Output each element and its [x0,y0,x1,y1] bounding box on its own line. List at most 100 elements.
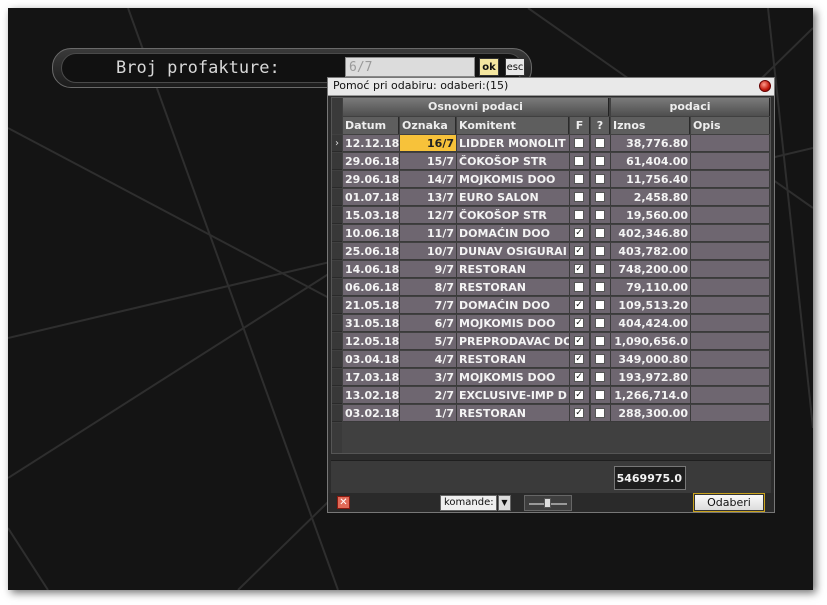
cell-opis[interactable] [691,333,770,350]
cell-datum[interactable]: 01.07.18 [343,189,400,206]
cell-oznaka[interactable]: 12/7 [400,207,457,224]
cell-iznos[interactable]: 38,776.80 [611,135,691,152]
checkbox-f[interactable] [574,192,584,202]
table-row[interactable]: 03.04.18 4/7 RESTORAN 349,000.80 ✓ [332,351,770,369]
cell-datum[interactable]: 14.06.18 [343,261,400,278]
cell-opis[interactable] [691,189,770,206]
checkbox-q[interactable] [595,192,605,202]
row-indicator[interactable] [332,189,342,206]
checkbox-q[interactable] [595,246,605,256]
cell-opis[interactable] [691,225,770,242]
cell-iznos[interactable]: 403,782.00 [611,243,691,260]
cell-datum[interactable]: 15.03.18 [343,207,400,224]
checkbox-f[interactable] [574,174,584,184]
cell-iznos[interactable]: 1,266,714.0 [611,387,691,404]
cell-datum[interactable]: 29.06.18 [343,153,400,170]
row-indicator[interactable] [332,153,342,170]
row-indicator[interactable] [332,279,342,296]
checkbox-f[interactable]: ✓ [574,264,584,274]
cell-datum[interactable]: 31.05.18 [343,315,400,332]
commands-dropdown[interactable]: komande: [440,495,497,511]
chevron-down-icon[interactable]: ▼ [498,495,511,511]
checkbox-f[interactable]: ✓ [574,390,584,400]
cell-iznos[interactable]: 11,756.40 [611,171,691,188]
cell-oznaka[interactable]: 1/7 [400,405,457,422]
cell-opis[interactable] [691,243,770,260]
checkbox-f[interactable] [574,138,584,148]
cell-iznos[interactable]: 19,560.00 [611,207,691,224]
cell-komitent[interactable]: RESTORAN [457,351,570,368]
cell-komitent[interactable]: DOMAĆIN DOO [457,297,570,314]
table-row[interactable]: 17.03.18 3/7 MOJKOMIS DOO 193,972.80 ✓ [332,369,770,387]
table-row[interactable]: 12.05.18 5/7 PREPRODAVAC DO 1,090,656.0 ✓ [332,333,770,351]
checkbox-q[interactable] [595,318,605,328]
cell-komitent[interactable]: EURO SALON [457,189,570,206]
cell-opis[interactable] [691,171,770,188]
table-row[interactable]: 31.05.18 6/7 MOJKOMIS DOO 404,424.00 ✓ [332,315,770,333]
ok-button[interactable]: ok [479,58,499,76]
cell-iznos[interactable]: 404,424.00 [611,315,691,332]
cell-opis[interactable] [691,315,770,332]
cell-oznaka[interactable]: 16/7 [400,135,457,152]
cell-komitent[interactable]: RESTORAN [457,405,570,422]
row-indicator[interactable] [332,405,342,422]
cell-komitent[interactable]: ČOKOŠOP STR [457,207,570,224]
row-indicator[interactable] [332,225,342,242]
cell-datum[interactable]: 12.12.18 [343,135,400,152]
cell-komitent[interactable]: EXCLUSIVE-IMP D [457,387,570,404]
checkbox-f[interactable]: ✓ [574,336,584,346]
cell-komitent[interactable]: MOJKOMIS DOO [457,369,570,386]
cell-oznaka[interactable]: 13/7 [400,189,457,206]
cell-komitent[interactable]: DUNAV OSIGURAI [457,243,570,260]
column-header-iznos[interactable]: Iznos [611,117,690,134]
cell-iznos[interactable]: 193,972.80 [611,369,691,386]
cell-opis[interactable] [691,261,770,278]
checkbox-f[interactable]: ✓ [574,318,584,328]
row-indicator[interactable] [332,243,342,260]
invoice-number-input[interactable]: 6/7 [345,57,475,77]
cell-oznaka[interactable]: 8/7 [400,279,457,296]
checkbox-q[interactable] [595,282,605,292]
cell-oznaka[interactable]: 14/7 [400,171,457,188]
cell-datum[interactable]: 03.04.18 [343,351,400,368]
table-row[interactable]: 14.06.18 9/7 RESTORAN 748,200.00 ✓ [332,261,770,279]
column-header-opis[interactable]: Opis [691,117,770,134]
cell-komitent[interactable]: LIDDER MONOLIT [457,135,570,152]
table-row[interactable]: 21.05.18 7/7 DOMAĆIN DOO 109,513.20 ✓ [332,297,770,315]
cell-komitent[interactable]: MOJKOMIS DOO [457,171,570,188]
cell-datum[interactable]: 12.05.18 [343,333,400,350]
column-header-f[interactable]: F [570,117,590,134]
cancel-icon[interactable]: ✕ [337,496,350,509]
checkbox-q[interactable] [595,210,605,220]
cell-iznos[interactable]: 109,513.20 [611,297,691,314]
cell-datum[interactable]: 13.02.18 [343,387,400,404]
checkbox-q[interactable] [595,354,605,364]
table-row[interactable]: 25.06.18 10/7 DUNAV OSIGURAI 403,782.00 ✓ [332,243,770,261]
checkbox-q[interactable] [595,336,605,346]
cell-oznaka[interactable]: 7/7 [400,297,457,314]
column-header-oznaka[interactable]: Oznaka [400,117,456,134]
checkbox-q[interactable] [595,264,605,274]
checkbox-q[interactable] [595,372,605,382]
cell-datum[interactable]: 10.06.18 [343,225,400,242]
checkbox-q[interactable] [595,156,605,166]
zoom-slider[interactable] [524,495,572,511]
checkbox-f[interactable]: ✓ [574,354,584,364]
cell-datum[interactable]: 17.03.18 [343,369,400,386]
cell-iznos[interactable]: 1,090,656.0 [611,333,691,350]
cell-opis[interactable] [691,207,770,224]
row-indicator[interactable] [332,207,342,224]
cell-iznos[interactable]: 2,458.80 [611,189,691,206]
cell-iznos[interactable]: 748,200.00 [611,261,691,278]
table-row[interactable]: 29.06.18 14/7 MOJKOMIS DOO 11,756.40 [332,171,770,189]
cell-opis[interactable] [691,405,770,422]
cell-iznos[interactable]: 349,000.80 [611,351,691,368]
cell-iznos[interactable]: 61,404.00 [611,153,691,170]
cell-opis[interactable] [691,351,770,368]
table-row[interactable]: 10.06.18 11/7 DOMAĆIN DOO 402,346.80 ✓ [332,225,770,243]
table-row[interactable]: 13.02.18 2/7 EXCLUSIVE-IMP D 1,266,714.0 ✓ [332,387,770,405]
cell-datum[interactable]: 21.05.18 [343,297,400,314]
row-indicator[interactable]: › [332,135,342,152]
checkbox-q[interactable] [595,138,605,148]
table-row[interactable]: 29.06.18 15/7 ČOKOŠOP STR 61,404.00 [332,153,770,171]
